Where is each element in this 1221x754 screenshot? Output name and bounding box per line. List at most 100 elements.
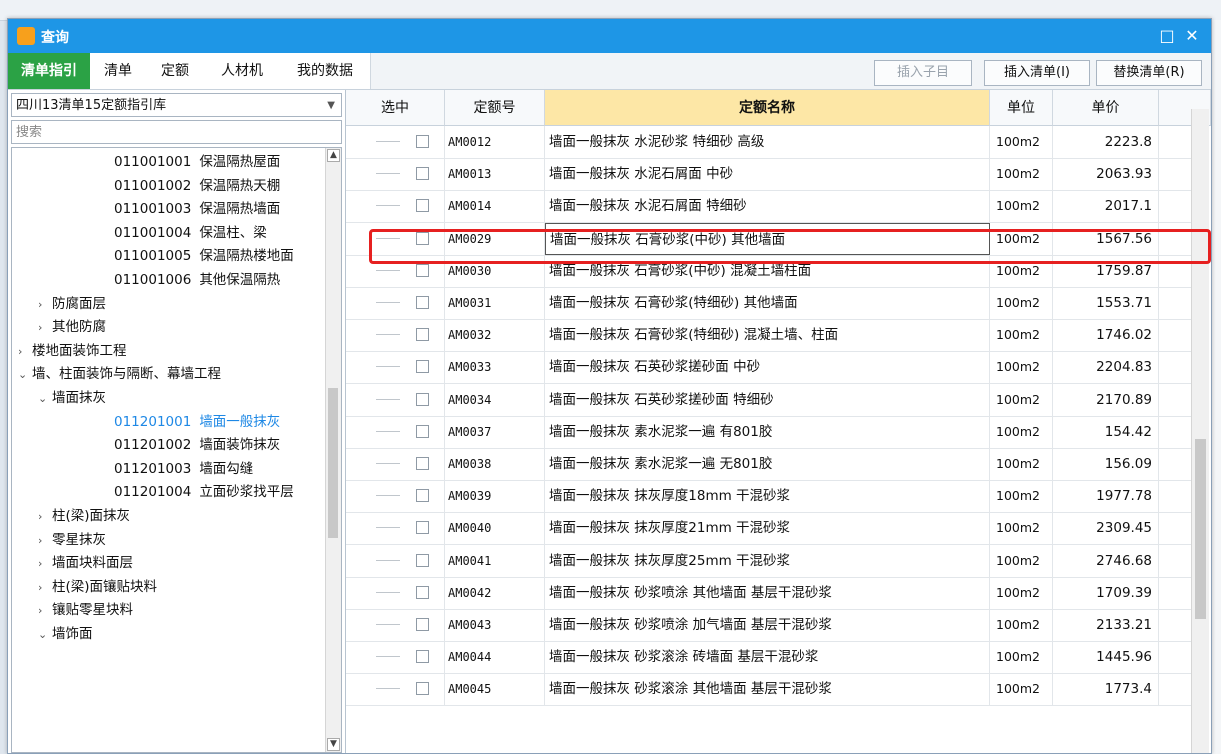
titlebar: 查询 □ ✕: [8, 19, 1211, 53]
quota-unit: 100m2: [990, 254, 1053, 287]
table-row[interactable]: AM0041 墙面一般抹灰 抹灰厚度25mm 干混砂浆 100m2 2746.68: [346, 544, 1191, 578]
table-row[interactable]: AM0029 墙面一般抹灰 石膏砂浆(中砂) 其他墙面 100m2 1567.56: [346, 222, 1191, 256]
tree-item-011001002[interactable]: 011001002 保温隔热天棚: [114, 175, 280, 198]
tab-quota[interactable]: 定额: [146, 53, 205, 89]
tree-item-011001005[interactable]: 011001005 保温隔热楼地面: [114, 245, 294, 268]
tree-group-item[interactable]: › 零星抹灰: [38, 529, 106, 552]
table-row[interactable]: AM0013 墙面一般抹灰 水泥石屑面 中砂 100m2 2063.93: [346, 158, 1191, 192]
grid-scrollbar[interactable]: [1191, 109, 1209, 753]
row-checkbox[interactable]: [416, 296, 429, 309]
search-input[interactable]: [11, 120, 342, 144]
tree-item-011001004[interactable]: 011001004 保温柱、梁: [114, 222, 267, 245]
tree-item-011001003[interactable]: 011001003 保温隔热墙面: [114, 198, 280, 221]
row-checkbox[interactable]: [416, 135, 429, 148]
row-checkbox[interactable]: [416, 392, 429, 406]
row-checkbox[interactable]: [416, 650, 429, 664]
table-row[interactable]: AM0043 墙面一般抹灰 砂浆喷涂 加气墙面 基层干混砂浆 100m2 2133.2…: [346, 609, 1191, 642]
replace-list-button[interactable]: 替换清单(R): [1096, 60, 1202, 86]
chevron-down-icon[interactable]: ⌄: [38, 387, 52, 410]
row-checkbox[interactable]: [416, 360, 429, 374]
chevron-down-icon[interactable]: ⌄: [38, 623, 52, 646]
row-checkbox[interactable]: [416, 618, 429, 631]
tree-group-item[interactable]: ⌄ 墙饰面: [38, 623, 93, 646]
maximize-button[interactable]: □: [1157, 26, 1177, 46]
tree-item-011201001[interactable]: 011201001 墙面一般抹灰: [114, 411, 280, 434]
row-checkbox[interactable]: [416, 231, 429, 245]
tree-item-label: 墙、柱面装饰与隔断、幕墙工程: [32, 366, 221, 383]
chevron-right-icon[interactable]: ›: [38, 316, 52, 339]
row-checkbox[interactable]: [416, 489, 429, 503]
library-select[interactable]: 四川13清单15定额指引库 ▼: [11, 93, 342, 117]
header-select[interactable]: 选中: [346, 90, 445, 126]
tree-item-label: 墙面装饰抹灰: [199, 437, 281, 454]
chevron-down-icon[interactable]: ⌄: [18, 363, 32, 386]
tree-item-011001001[interactable]: 011001001 保温隔热屋面: [114, 151, 280, 174]
tree-group-item[interactable]: › 柱(梁)面抹灰: [38, 505, 130, 528]
tab-list[interactable]: 清单: [90, 53, 147, 89]
insert-list-button[interactable]: 插入清单(I): [984, 60, 1090, 86]
quota-name: 墙面一般抹灰 砂浆喷涂 其他墙面 基层干混砂浆: [545, 576, 990, 609]
tree-group-item[interactable]: › 楼地面装饰工程: [18, 340, 127, 363]
chevron-right-icon[interactable]: ›: [38, 552, 52, 575]
insert-child-button[interactable]: 插入子目: [874, 60, 972, 86]
tree-scrollbar[interactable]: ▲ ▼: [325, 148, 341, 752]
table-row[interactable]: AM0038 墙面一般抹灰 素水泥浆一遍 无801胶 100m2 156.09: [346, 448, 1191, 481]
table-row[interactable]: AM0031 墙面一般抹灰 石膏砂浆(特细砂) 其他墙面 100m2 1553.71: [346, 287, 1191, 320]
close-button[interactable]: ✕: [1182, 26, 1202, 46]
table-row[interactable]: AM0030 墙面一般抹灰 石膏砂浆(中砂) 混凝土墙柱面 100m2 1759.87: [346, 254, 1191, 288]
row-checkbox[interactable]: [416, 553, 429, 567]
row-checkbox[interactable]: [416, 457, 429, 470]
tab-list-guide[interactable]: 清单指引: [8, 53, 91, 89]
tree-item-011201003[interactable]: 011201003 墙面勾缝: [114, 458, 253, 481]
chevron-right-icon[interactable]: ›: [38, 599, 52, 622]
tree-group-item[interactable]: › 墙面块料面层: [38, 552, 133, 575]
row-checkbox[interactable]: [416, 424, 429, 438]
row-checkbox[interactable]: [416, 263, 429, 277]
tree-group-item[interactable]: › 镶贴零星块料: [38, 599, 133, 622]
table-row[interactable]: AM0033 墙面一般抹灰 石英砂浆搓砂面 中砂 100m2 2204.83: [346, 351, 1191, 385]
header-unit[interactable]: 单位: [990, 90, 1053, 126]
table-row[interactable]: AM0014 墙面一般抹灰 水泥石屑面 特细砂 100m2 2017.1: [346, 190, 1191, 224]
tree-group-item[interactable]: ⌄ 墙面抹灰: [38, 387, 106, 410]
scroll-down-icon[interactable]: ▼: [327, 738, 340, 751]
tree-group-item[interactable]: › 防腐面层: [38, 293, 106, 316]
table-row[interactable]: AM0039 墙面一般抹灰 抹灰厚度18mm 干混砂浆 100m2 1977.78: [346, 480, 1191, 514]
scroll-up-icon[interactable]: ▲: [327, 149, 340, 162]
chevron-right-icon[interactable]: ›: [38, 293, 52, 316]
chevron-right-icon[interactable]: ›: [38, 505, 52, 528]
tree-item-011001006[interactable]: 011001006 其他保温隔热: [114, 269, 280, 292]
table-row[interactable]: AM0045 墙面一般抹灰 砂浆滚涂 其他墙面 基层干混砂浆 100m2 1773.4: [346, 673, 1191, 707]
quota-unit: 100m2: [990, 673, 1053, 706]
header-name[interactable]: 定额名称: [545, 90, 990, 126]
row-checkbox[interactable]: [416, 521, 429, 535]
chevron-right-icon[interactable]: ›: [38, 576, 52, 599]
tree-group-item[interactable]: › 柱(梁)面镶贴块料: [38, 576, 157, 599]
table-row[interactable]: AM0032 墙面一般抹灰 石膏砂浆(特细砂) 混凝土墙、柱面 100m2 1746.…: [346, 319, 1191, 353]
chevron-right-icon[interactable]: ›: [18, 340, 32, 363]
tab-labor-material-machine[interactable]: 人材机: [204, 53, 281, 89]
table-row[interactable]: AM0034 墙面一般抹灰 石英砂浆搓砂面 特细砂 100m2 2170.89: [346, 383, 1191, 417]
tree-scroll-thumb[interactable]: [328, 388, 338, 538]
tree-item-011201002[interactable]: 011201002 墙面装饰抹灰: [114, 434, 280, 457]
table-row[interactable]: AM0040 墙面一般抹灰 抹灰厚度21mm 干混砂浆 100m2 2309.45: [346, 512, 1191, 546]
row-checkbox[interactable]: [416, 585, 429, 599]
tree-group-item[interactable]: ⌄ 墙、柱面装饰与隔断、幕墙工程: [18, 363, 221, 386]
chevron-right-icon[interactable]: ›: [38, 529, 52, 552]
table-row[interactable]: AM0044 墙面一般抹灰 砂浆滚涂 砖墙面 基层干混砂浆 100m2 1445.96: [346, 641, 1191, 675]
chevron-down-icon: ▼: [327, 100, 335, 111]
header-code[interactable]: 定额号: [445, 90, 545, 126]
quota-price: 1759.87: [1053, 254, 1159, 287]
tab-my-data[interactable]: 我的数据: [280, 53, 371, 89]
grid-scroll-thumb[interactable]: [1195, 439, 1206, 619]
row-checkbox[interactable]: [416, 682, 429, 696]
table-row[interactable]: AM0042 墙面一般抹灰 砂浆喷涂 其他墙面 基层干混砂浆 100m2 1709.3…: [346, 576, 1191, 610]
table-row[interactable]: AM0037 墙面一般抹灰 素水泥浆一遍 有801胶 100m2 154.42: [346, 415, 1191, 449]
row-checkbox[interactable]: [416, 199, 429, 213]
dialog-title: 查询: [41, 30, 69, 46]
table-row[interactable]: AM0012 墙面一般抹灰 水泥砂浆 特细砂 高级 100m2 2223.8: [346, 126, 1191, 159]
tree-group-item[interactable]: › 其他防腐: [38, 316, 106, 339]
tree-item-011201004[interactable]: 011201004 立面砂浆找平层: [114, 481, 294, 504]
row-checkbox[interactable]: [416, 167, 429, 181]
row-checkbox[interactable]: [416, 328, 429, 342]
header-price[interactable]: 单价: [1053, 90, 1159, 126]
